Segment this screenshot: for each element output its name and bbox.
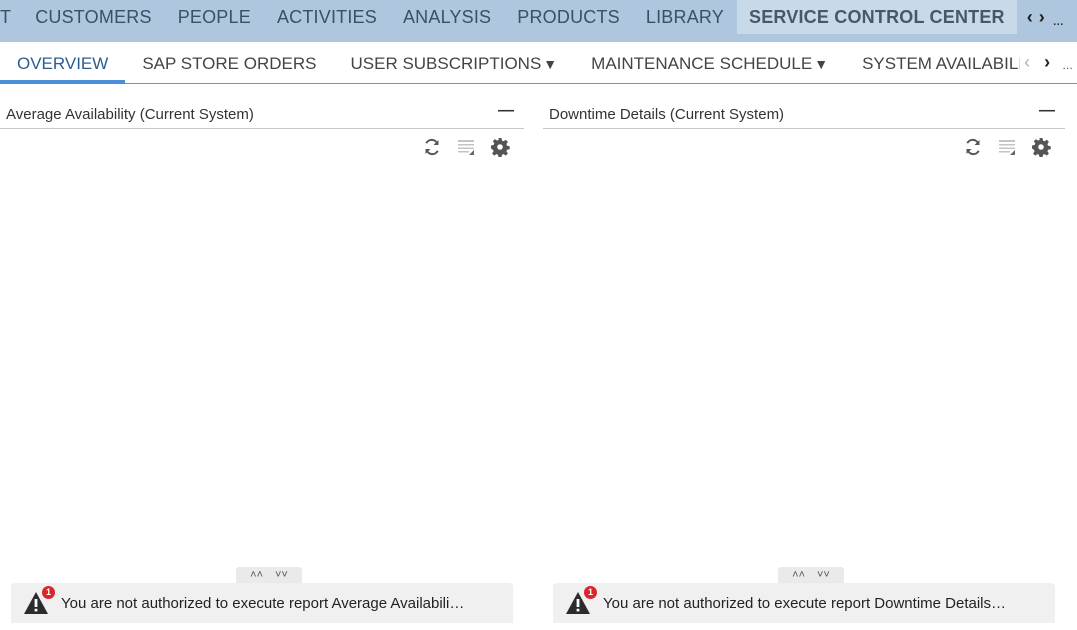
nav-scroll-arrows: ‹ › … — [1017, 0, 1064, 34]
refresh-icon[interactable] — [963, 137, 983, 157]
error-message-average-availability: 1 You are not authorized to execute repo… — [11, 583, 513, 623]
subtab-more-icon[interactable]: … — [1062, 60, 1073, 72]
nav-item-service-control-center[interactable]: SERVICE CONTROL CENTER — [736, 0, 1017, 34]
tab-overview[interactable]: OVERVIEW — [0, 42, 126, 84]
chevron-down-icon[interactable]: ˅˅ — [817, 569, 830, 581]
tab-label: SAP STORE ORDERS — [142, 54, 317, 73]
tab-sap-store-orders[interactable]: SAP STORE ORDERS — [125, 42, 333, 83]
chevron-up-icon[interactable]: ˄˄ — [792, 569, 805, 581]
panel-toolbar — [543, 137, 1065, 157]
error-message-text: You are not authorized to execute report… — [61, 594, 465, 612]
error-message-downtime-details: 1 You are not authorized to execute repo… — [553, 583, 1055, 623]
caret-down-icon: ▼ — [814, 56, 829, 72]
minimize-icon[interactable]: — — [498, 102, 514, 120]
message-collapse-toggle[interactable]: ˄˄ ˅˅ — [778, 567, 844, 583]
subtab-next-icon[interactable]: › — [1044, 52, 1050, 73]
tab-label: SYSTEM AVAILABILIT — [862, 54, 1021, 73]
tab-label: MAINTENANCE SCHEDULE — [591, 54, 813, 73]
nav-item-truncated[interactable]: T — [0, 0, 22, 34]
sub-tabs: OVERVIEW SAP STORE ORDERS USER SUBSCRIPT… — [0, 42, 1077, 84]
table-icon[interactable] — [456, 137, 476, 157]
message-collapse-toggle[interactable]: ˄˄ ˅˅ — [236, 567, 302, 583]
tab-label: OVERVIEW — [17, 54, 109, 73]
nav-next-icon[interactable]: › — [1039, 7, 1045, 28]
tab-label: USER SUBSCRIPTIONS — [350, 54, 542, 73]
error-message-text: You are not authorized to execute report… — [603, 594, 1007, 612]
top-navigation: T CUSTOMERS PEOPLE ACTIVITIES ANALYSIS P… — [0, 0, 1077, 42]
nav-item-people[interactable]: PEOPLE — [165, 0, 264, 34]
chevron-up-icon[interactable]: ˄˄ — [250, 569, 263, 581]
panel-downtime-details: Downtime Details (Current System) — — [543, 100, 1065, 157]
nav-prev-icon[interactable]: ‹ — [1027, 7, 1033, 28]
chevron-down-icon[interactable]: ˅˅ — [275, 569, 288, 581]
subtab-scroll-arrows: ‹ › … — [1020, 42, 1073, 83]
gear-icon[interactable] — [1031, 137, 1051, 157]
notification-badge: 1 — [584, 586, 597, 599]
panel-header: Downtime Details (Current System) — — [543, 100, 1065, 129]
refresh-icon[interactable] — [422, 137, 442, 157]
notification-badge: 1 — [42, 586, 55, 599]
table-icon[interactable] — [997, 137, 1017, 157]
caret-down-icon: ▼ — [543, 56, 558, 72]
tab-system-availability[interactable]: SYSTEM AVAILABILIT — [845, 42, 1020, 83]
subtab-prev-icon[interactable]: ‹ — [1024, 52, 1030, 73]
tab-maintenance-schedule[interactable]: MAINTENANCE SCHEDULE ▼ — [574, 42, 845, 83]
panel-header: Average Availability (Current System) — — [0, 100, 524, 129]
minimize-icon[interactable]: — — [1039, 102, 1055, 120]
panel-title: Average Availability (Current System) — [6, 105, 254, 123]
panel-average-availability: Average Availability (Current System) — — [0, 100, 524, 157]
gear-icon[interactable] — [490, 137, 510, 157]
tab-user-subscriptions[interactable]: USER SUBSCRIPTIONS ▼ — [333, 42, 574, 83]
panel-title: Downtime Details (Current System) — [549, 105, 785, 123]
nav-item-library[interactable]: LIBRARY — [633, 0, 737, 34]
nav-more-icon[interactable]: … — [1053, 16, 1064, 28]
nav-item-activities[interactable]: ACTIVITIES — [264, 0, 390, 34]
nav-item-customers[interactable]: CUSTOMERS — [22, 0, 164, 34]
nav-item-analysis[interactable]: ANALYSIS — [390, 0, 504, 34]
nav-item-products[interactable]: PRODUCTS — [504, 0, 633, 34]
warning-icon: 1 — [565, 586, 597, 616]
warning-icon: 1 — [23, 586, 55, 616]
panel-toolbar — [0, 137, 524, 157]
